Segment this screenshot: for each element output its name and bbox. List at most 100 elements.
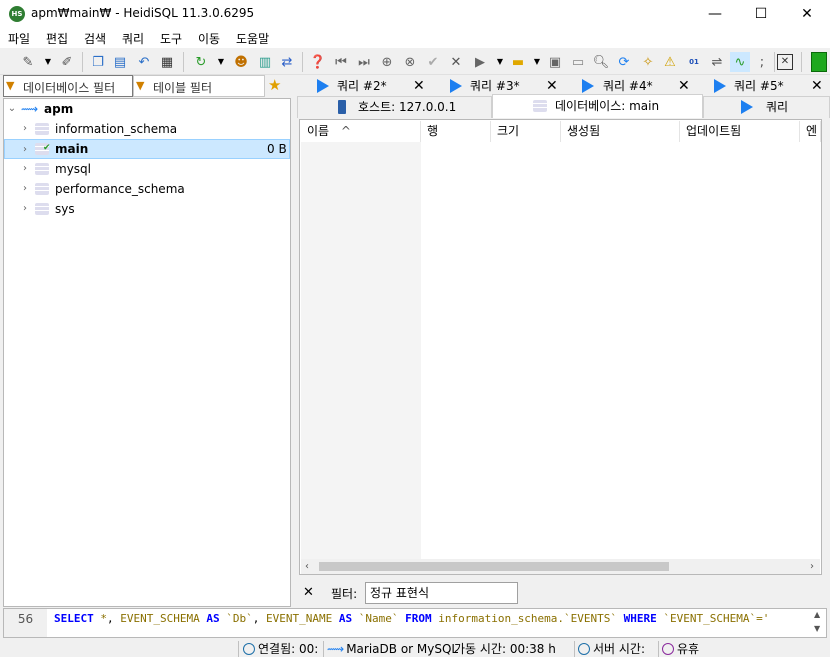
help-icon[interactable]: ❓ [308,52,328,72]
filter-label: 필터: [331,587,358,601]
column-header-rows[interactable]: 행 [421,121,491,142]
refresh-icon[interactable]: ↻ [191,52,211,72]
tree-item-main[interactable]: › ✔ main 0 B [4,139,290,159]
copy-icon[interactable]: ❐ [88,52,108,72]
undo-icon[interactable]: ↶ [134,52,154,72]
column-header-name[interactable]: 이름 ^ [301,121,421,142]
sql-identifier: `Db` [226,612,253,625]
column-header-engine[interactable]: 엔진 [800,121,821,142]
table-filter-input[interactable]: ▼ 테이블 필터 [133,75,265,97]
dropdown-arrow-icon[interactable]: ▼ [527,52,547,72]
dropdown-arrow-icon[interactable]: ▼ [490,52,510,72]
chevron-down-icon[interactable]: ⌄ [7,99,17,119]
tree-root-label: apm [44,102,74,116]
user-manager-icon[interactable]: ☻ [231,52,251,72]
delete-record-icon[interactable]: ⊗ [400,52,420,72]
close-tab-icon[interactable]: ✕ [811,76,823,96]
tree-root-apm[interactable]: ⌄ ⟿ apm [4,99,290,119]
transfer-icon[interactable]: ⇄ [277,52,297,72]
close-tab-icon[interactable]: ✕ [777,54,793,70]
tab-query-2[interactable]: 쿼리 #2* ✕ [297,76,430,96]
tab-query-3[interactable]: 쿼리 #3* ✕ [430,76,563,96]
scroll-left-icon[interactable]: ‹ [305,559,309,574]
add-record-icon[interactable]: ⊕ [377,52,397,72]
auto-refresh-icon[interactable]: ∿ [730,52,750,72]
column-header-size[interactable]: 크기 [491,121,561,142]
menu-search[interactable]: 검색 [84,30,106,47]
column-header-created[interactable]: 생성됨 [561,121,680,142]
post-record-icon[interactable]: ✔ [423,52,443,72]
table-grid[interactable]: 이름 ^ 행 크기 생성됨 업데이트됨 엔진 ‹ › [299,119,822,575]
tab-database[interactable]: 데이터베이스: main [492,94,703,118]
database-tree[interactable]: ⌄ ⟿ apm › information_schema › ✔ main 0 … [3,98,291,607]
run-query-icon[interactable]: ▶ [470,52,490,72]
clear-icon[interactable]: ✧ [638,52,658,72]
minimize-button[interactable]: — [692,0,738,28]
close-tab-icon[interactable]: ✕ [546,76,558,96]
scroll-up-icon[interactable]: ▲ [814,610,820,619]
filter-input[interactable]: 정규 표현식 [365,582,518,604]
last-record-icon[interactable]: ⏭ [354,52,374,72]
wrap-icon[interactable]: ⇌ [707,52,727,72]
disconnect-icon[interactable]: ✐ [57,52,77,72]
status-uptime: 가동 시간: 00:38 h [454,642,556,656]
first-record-icon[interactable]: ⏮ [331,52,351,72]
tree-item-information-schema[interactable]: › information_schema [4,119,290,139]
cancel-record-icon[interactable]: ✕ [446,52,466,72]
close-tab-icon[interactable]: ✕ [413,76,425,96]
dropdown-arrow-icon[interactable]: ▼ [38,52,58,72]
tab-host[interactable]: 호스트: 127.0.0.1 [297,96,492,118]
sql-log[interactable]: 56 SELECT *, EVENT_SCHEMA AS `Db`, EVENT… [3,608,827,638]
menu-help[interactable]: 도움말 [236,30,269,47]
status-divider [574,641,575,657]
print-icon[interactable]: ▦ [157,52,177,72]
tab-query[interactable]: 쿼리 [703,96,830,118]
open-folder-icon[interactable]: ▬ [508,52,528,72]
paste-icon[interactable]: ▤ [110,52,130,72]
tree-item-performance-schema[interactable]: › performance_schema [4,179,290,199]
close-tab-icon[interactable]: ✕ [678,76,690,96]
menu-tools[interactable]: 도구 [160,30,182,47]
status-indicator-icon [811,52,827,72]
maximize-button[interactable]: ☐ [738,0,784,28]
close-filter-icon[interactable]: ✕ [303,585,314,600]
dropdown-arrow-icon[interactable]: ▼ [211,52,231,72]
menu-go[interactable]: 이동 [198,30,220,47]
tab-query-5[interactable]: 쿼리 #5* ✕ [696,76,829,96]
find-icon[interactable]: 🔍︎ [591,52,611,72]
star-icon[interactable]: ★ [268,76,281,94]
chevron-right-icon[interactable]: › [20,140,30,160]
column-header-updated[interactable]: 업데이트됨 [680,121,800,142]
horizontal-scrollbar[interactable]: ‹ › [301,559,820,574]
close-button[interactable]: ✕ [784,0,830,28]
toolbar-separator [801,52,802,72]
tree-item-mysql[interactable]: › mysql [4,159,290,179]
toolbar-separator [183,52,184,72]
save-icon[interactable]: ▣ [545,52,565,72]
table-filter-placeholder: 테이블 필터 [153,81,213,95]
connect-icon[interactable]: ✎ [18,52,38,72]
chevron-right-icon[interactable]: › [20,179,30,199]
status-divider [323,641,324,657]
semicolon-icon[interactable]: ; [752,52,772,72]
warning-icon[interactable]: ⚠ [660,52,680,72]
server-icon: ⟿ [327,642,345,656]
menu-file[interactable]: 파일 [8,30,30,47]
menu-edit[interactable]: 편집 [46,30,68,47]
tree-item-sys[interactable]: › sys [4,199,290,219]
chevron-right-icon[interactable]: › [20,119,30,139]
export-icon[interactable]: ▥ [255,52,275,72]
play-icon [450,79,462,93]
save-as-icon[interactable]: ▭ [568,52,588,72]
scroll-down-icon[interactable]: ▼ [814,624,820,633]
menu-query[interactable]: 쿼리 [122,30,144,47]
sql-identifier: `Name` [358,612,399,625]
database-filter-input[interactable]: ▼ 데이터베이스 필터 [3,75,133,97]
tab-query-4[interactable]: 쿼리 #4* ✕ [563,76,696,96]
scrollbar-thumb[interactable] [319,562,669,571]
chevron-right-icon[interactable]: › [20,199,30,219]
replace-icon[interactable]: ⟳ [614,52,634,72]
binary-icon[interactable]: 01 [684,52,704,72]
chevron-right-icon[interactable]: › [20,159,30,179]
scroll-right-icon[interactable]: › [810,559,814,574]
